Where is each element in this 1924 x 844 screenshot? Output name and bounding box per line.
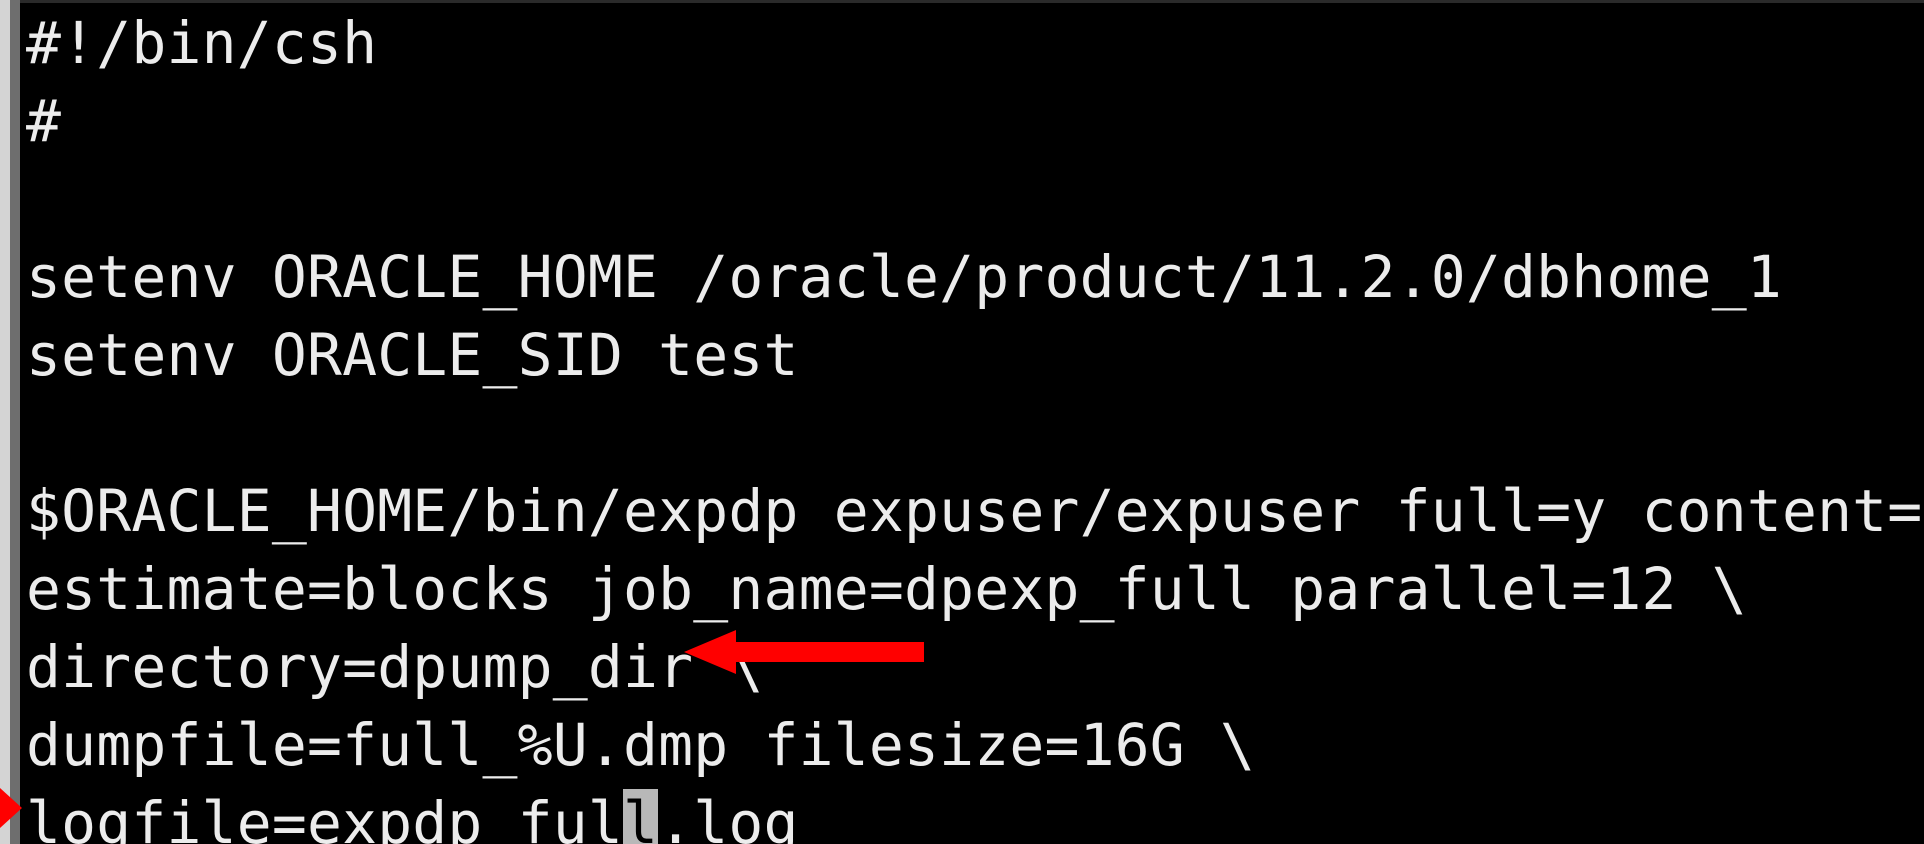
terminal-window[interactable]: #!/bin/csh # setenv ORACLE_HOME /oracle/pr… bbox=[0, 0, 1924, 844]
buffer-line-5: setenv ORACLE_SID test bbox=[26, 321, 799, 389]
window-top-edge bbox=[20, 0, 1924, 3]
left-arrow-icon bbox=[684, 630, 924, 674]
window-left-border-inner bbox=[10, 0, 20, 844]
line-text-after-cursor: .log bbox=[658, 789, 799, 844]
buffer-line-2: # bbox=[26, 87, 62, 155]
buffer-line-7: $ORACLE_HOME/bin/expdp expuser/expuser f… bbox=[26, 477, 1924, 545]
right-triangle-icon bbox=[0, 788, 22, 828]
buffer-line-4: setenv ORACLE_HOME /oracle/product/11.2.… bbox=[26, 243, 1782, 311]
buffer-line-6 bbox=[26, 394, 1924, 472]
text-cursor: l bbox=[623, 789, 659, 844]
editor-buffer[interactable]: #!/bin/csh # setenv ORACLE_HOME /oracle/pr… bbox=[26, 4, 1924, 844]
buffer-line-9: directory=dpump_dir \ bbox=[26, 633, 764, 701]
buffer-line-10: dumpfile=full_%U.dmp filesize=16G \ bbox=[26, 711, 1256, 779]
buffer-line-8: estimate=blocks job_name=dpexp_full para… bbox=[26, 555, 1747, 623]
buffer-line-3 bbox=[26, 160, 1924, 238]
line-text-before-cursor: logfile=expdp_ful bbox=[26, 789, 624, 844]
window-left-border bbox=[0, 0, 10, 844]
buffer-line-11: logfile=expdp_full.log bbox=[26, 784, 1924, 844]
buffer-line-1: #!/bin/csh bbox=[26, 9, 378, 77]
